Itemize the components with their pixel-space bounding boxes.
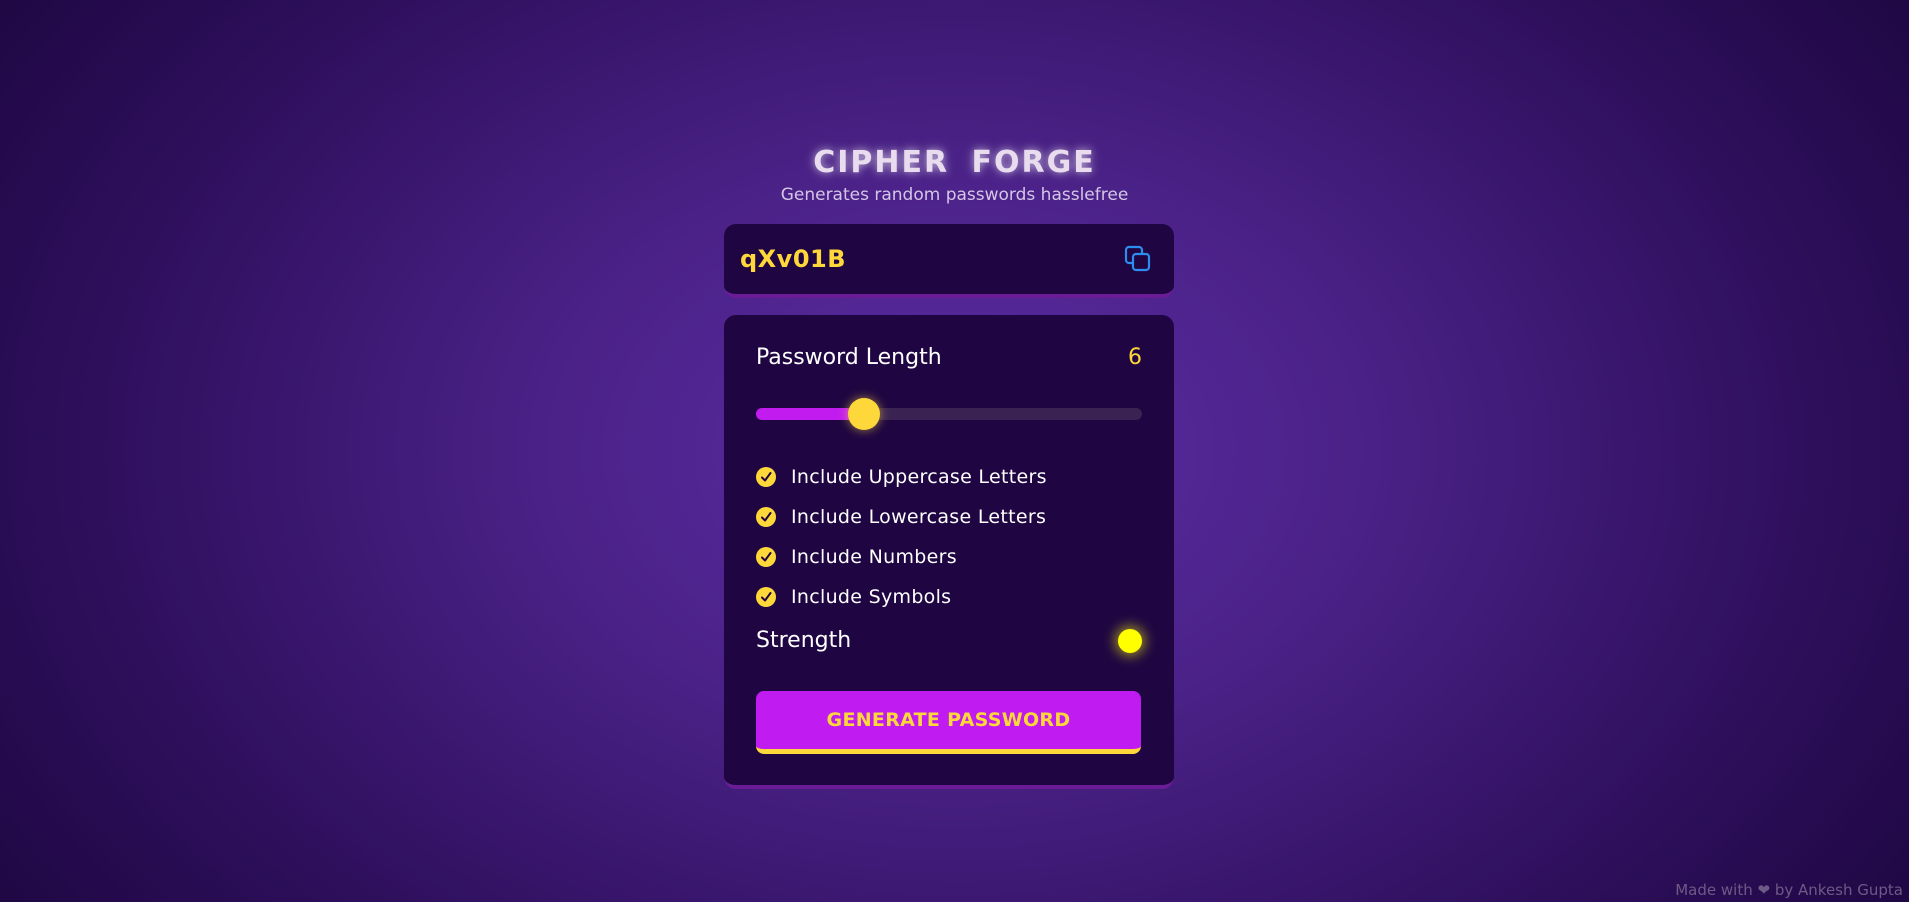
footer-suffix: by Ankesh Gupta (1774, 881, 1903, 899)
option-label: Include Symbols (791, 586, 952, 608)
settings-panel: Password Length 6 Include Uppercase Lett… (724, 315, 1174, 789)
option-label: Include Uppercase Letters (791, 466, 1047, 488)
option-numbers[interactable]: Include Numbers (756, 537, 1047, 577)
option-symbols[interactable]: Include Symbols (756, 577, 1047, 617)
option-label: Include Lowercase Letters (791, 506, 1047, 528)
length-label: Password Length (756, 345, 942, 370)
option-lowercase[interactable]: Include Lowercase Letters (756, 497, 1047, 537)
app-subtitle: Generates random passwords hasslefree (780, 185, 1129, 205)
options-list: Include Uppercase Letters Include Lowerc… (756, 457, 1047, 617)
strength-row: Strength (756, 628, 1142, 653)
checkmark-icon (761, 472, 772, 482)
copy-icon (1124, 245, 1151, 272)
generate-password-button[interactable]: GENERATE PASSWORD (756, 691, 1141, 754)
password-output: qXv01B (740, 245, 847, 273)
checkbox-uppercase[interactable] (756, 467, 776, 487)
checkbox-lowercase[interactable] (756, 507, 776, 527)
copy-button[interactable] (1124, 245, 1152, 273)
option-uppercase[interactable]: Include Uppercase Letters (756, 457, 1047, 497)
length-row: Password Length 6 (756, 345, 1142, 370)
header: CIPHER FORGE Generates random passwords … (0, 143, 1909, 206)
checkmark-icon (761, 552, 772, 562)
app-title: CIPHER FORGE (813, 145, 1096, 180)
slider-thumb[interactable] (848, 398, 881, 430)
checkmark-icon (761, 512, 772, 522)
heart-icon: ❤ (1757, 881, 1771, 899)
checkbox-numbers[interactable] (756, 547, 776, 567)
strength-label: Strength (756, 628, 852, 653)
checkmark-icon (761, 592, 772, 602)
checkbox-symbols[interactable] (756, 587, 776, 607)
length-value: 6 (1128, 345, 1142, 370)
footer-prefix: Made with (1675, 881, 1753, 899)
option-label: Include Numbers (791, 546, 957, 568)
password-display: qXv01B (724, 224, 1174, 298)
strength-indicator (1118, 628, 1142, 653)
footer-credit: Made with ❤ by Ankesh Gupta (1675, 881, 1903, 899)
length-slider[interactable] (756, 398, 1142, 430)
